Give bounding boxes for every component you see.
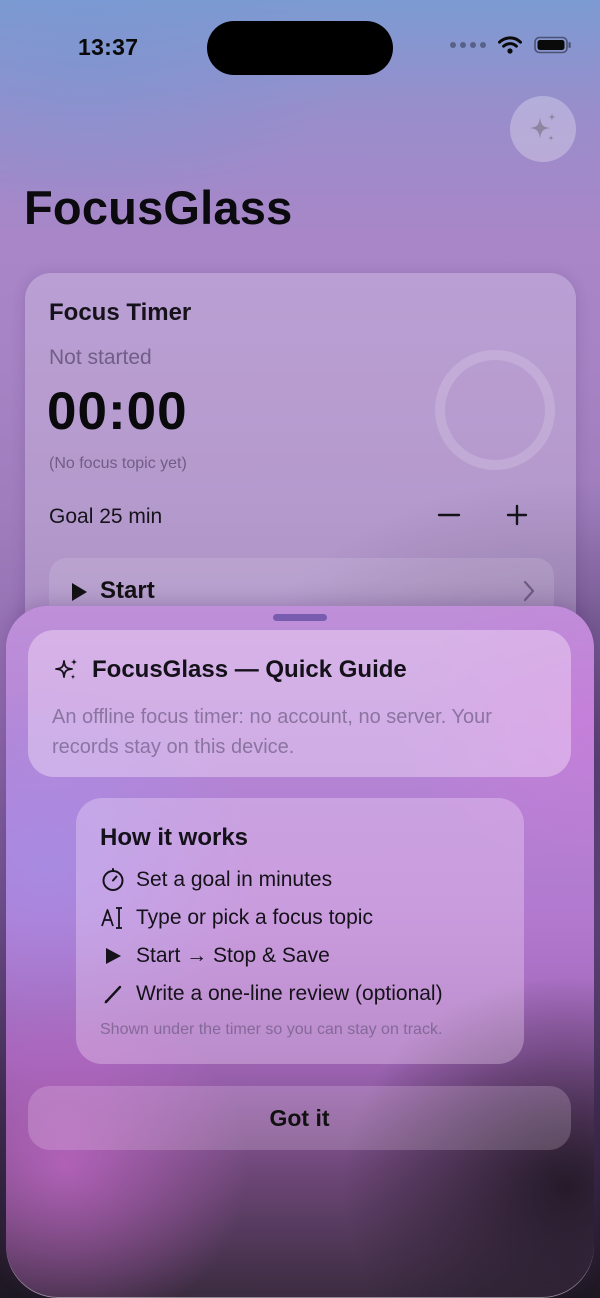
got-it-button[interactable]: Got it bbox=[28, 1086, 571, 1150]
guide-description: An offline focus timer: no account, no s… bbox=[52, 706, 492, 758]
minus-icon bbox=[437, 513, 461, 517]
how-it-works-title: How it works bbox=[100, 824, 249, 851]
cellular-signal-icon bbox=[450, 42, 486, 48]
chevron-right-icon bbox=[523, 580, 535, 602]
quick-guide-sheet: FocusGlass — Quick Guide An offline focu… bbox=[6, 606, 594, 1298]
timer-clock: 00:00 bbox=[47, 382, 188, 441]
timer-state: Not started bbox=[49, 346, 152, 369]
step-label: Type or pick a focus topic bbox=[136, 906, 373, 929]
how-it-works-card: How it works Set a goal in minutes Type … bbox=[76, 798, 524, 1064]
step-item: Start → Stop & Save bbox=[100, 941, 330, 971]
sheet-grabber[interactable] bbox=[273, 614, 327, 621]
progress-ring bbox=[435, 350, 555, 470]
step-label: Start → Stop & Save bbox=[136, 944, 330, 967]
step-label: Set a goal in minutes bbox=[136, 868, 333, 891]
ai-sparkle-button[interactable] bbox=[510, 96, 576, 162]
increase-goal-button[interactable] bbox=[499, 497, 535, 533]
wifi-icon bbox=[498, 36, 522, 54]
dynamic-island bbox=[207, 21, 393, 75]
status-time: 13:37 bbox=[78, 34, 139, 60]
play-icon bbox=[72, 583, 87, 601]
decrease-goal-button[interactable] bbox=[431, 497, 467, 533]
sparkles-icon bbox=[529, 113, 556, 141]
timer-icon bbox=[100, 867, 126, 893]
goal-label: Goal 25 min bbox=[49, 505, 163, 528]
plus-icon bbox=[506, 504, 528, 526]
app-title: FocusGlass bbox=[24, 181, 293, 234]
how-it-works-note: Shown under the timer so you can stay on… bbox=[100, 1021, 443, 1038]
guide-title: FocusGlass — Quick Guide bbox=[92, 656, 407, 683]
step-item: Write a one-line review (optional) bbox=[100, 979, 443, 1009]
play-icon bbox=[100, 943, 126, 969]
start-label: Start bbox=[100, 577, 155, 604]
guide-header-card: FocusGlass — Quick Guide An offline focu… bbox=[28, 630, 571, 777]
step-item: Type or pick a focus topic bbox=[100, 903, 373, 933]
sparkles-icon bbox=[55, 658, 78, 680]
step-label: Write a one-line review (optional) bbox=[136, 982, 443, 1005]
pencil-icon bbox=[100, 981, 126, 1007]
focus-topic: (No focus topic yet) bbox=[49, 455, 187, 472]
status-icons bbox=[450, 36, 572, 54]
text-cursor-icon bbox=[100, 905, 126, 931]
battery-icon bbox=[534, 36, 571, 54]
app-screen: 13:37 FocusGlass Focus Timer Not started… bbox=[0, 0, 600, 1298]
timer-card-title: Focus Timer bbox=[49, 299, 192, 326]
step-item: Set a goal in minutes bbox=[100, 865, 332, 895]
